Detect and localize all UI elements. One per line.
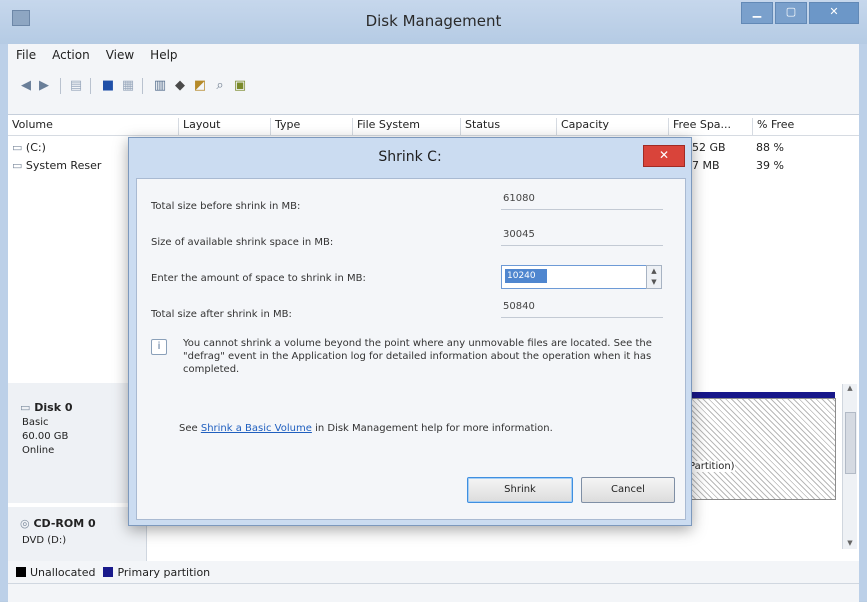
console-tree-icon[interactable]: ▤: [68, 78, 84, 94]
partition-label: Partition): [689, 461, 735, 472]
col-type[interactable]: Type: [270, 118, 351, 135]
col-layout[interactable]: Layout: [178, 118, 269, 135]
dialog-close-button[interactable]: ✕: [643, 145, 685, 167]
search-icon[interactable]: ⌕: [212, 78, 228, 94]
disk-type: Basic: [22, 417, 49, 428]
info-text: You cannot shrink a volume beyond the po…: [183, 338, 652, 375]
volume-name: System Reser: [25, 159, 102, 172]
total-size-before-value: 61080: [501, 193, 663, 210]
col-percent-free[interactable]: % Free: [752, 118, 847, 135]
maximize-button[interactable]: ▢: [775, 2, 807, 24]
view-icon[interactable]: ▦: [120, 78, 136, 94]
total-size-after-value: 50840: [501, 301, 663, 318]
col-status[interactable]: Status: [460, 118, 553, 135]
scroll-thumb[interactable]: [845, 412, 856, 474]
refresh-icon[interactable]: ▣: [232, 78, 248, 94]
disk-0-label[interactable]: ▭ Disk 0 Basic 60.00 GB Online: [8, 383, 147, 503]
disk-map-scrollbar[interactable]: ▲ ▼: [842, 384, 857, 549]
help-prefix: See: [179, 423, 198, 434]
open-folder-icon[interactable]: ◩: [192, 78, 208, 94]
list-item[interactable]: ▭ System Reser: [12, 159, 101, 172]
shrink-dialog: Shrink C: ✕ Total size before shrink in …: [128, 137, 692, 526]
partition-block[interactable]: Partition): [684, 398, 836, 500]
help-icon[interactable]: ■: [100, 78, 116, 94]
disk-name: Disk 0: [34, 401, 73, 414]
col-volume[interactable]: Volume: [8, 118, 172, 135]
spin-down-icon[interactable]: ▼: [647, 277, 661, 288]
menu-action[interactable]: Action: [44, 48, 98, 62]
dialog-title: Shrink C:: [378, 149, 442, 165]
shrink-help-link[interactable]: Shrink a Basic Volume: [201, 423, 312, 434]
menu-help[interactable]: Help: [142, 48, 185, 62]
available-shrink-label: Size of available shrink space in MB:: [151, 237, 334, 248]
menu-bar: File Action View Help: [8, 44, 859, 66]
shrink-amount-label: Enter the amount of space to shrink in M…: [151, 273, 366, 284]
unallocated-swatch: [16, 567, 26, 577]
info-message: i You cannot shrink a volume beyond the …: [151, 337, 661, 376]
close-window-button[interactable]: ✕: [809, 2, 859, 24]
percent-free-value: 39 %: [756, 159, 784, 172]
toolbar: ◀ ▶ ▤ ■ ▦ ▥ ◆ ◩ ⌕ ▣: [8, 66, 859, 115]
toolbar-separator: [142, 78, 143, 94]
percent-free-value: 88 %: [756, 141, 784, 154]
disk-status: Online: [22, 445, 55, 456]
legend: Unallocated Primary partition: [8, 561, 859, 583]
list-item[interactable]: ▭ (C:): [12, 141, 46, 154]
toolbar-separator: [60, 78, 61, 94]
window-title: Disk Management: [365, 12, 502, 30]
title-bar: Disk Management ▁ ▢ ✕: [0, 0, 867, 44]
menu-view[interactable]: View: [98, 48, 142, 62]
cancel-button[interactable]: Cancel: [581, 477, 675, 503]
shrink-button[interactable]: Shrink: [467, 477, 573, 503]
menu-file[interactable]: File: [8, 48, 44, 62]
help-suffix: in Disk Management help for more informa…: [315, 423, 553, 434]
total-size-before-label: Total size before shrink in MB:: [151, 201, 301, 212]
export-icon[interactable]: ◆: [172, 78, 188, 94]
info-icon: i: [151, 339, 167, 355]
primary-partition-swatch: [103, 567, 114, 577]
cdrom-icon: ◎: [20, 517, 30, 530]
scroll-up-icon[interactable]: ▲: [843, 384, 857, 392]
toolbar-separator: [90, 78, 91, 94]
free-space-value: 7 MB: [692, 159, 720, 172]
total-size-after-label: Total size after shrink in MB:: [151, 309, 292, 320]
status-bar: [8, 583, 859, 602]
shrink-amount-value: 10240: [505, 269, 547, 283]
disk-size: 60.00 GB: [22, 431, 69, 442]
cdrom-type: DVD (D:): [22, 535, 67, 546]
disk-icon: ▭: [20, 401, 31, 414]
shrink-amount-spinner[interactable]: ▲ ▼: [646, 265, 662, 289]
col-capacity[interactable]: Capacity: [556, 118, 669, 135]
drive-icon: ▭: [12, 141, 23, 154]
available-shrink-value: 30045: [501, 229, 663, 246]
free-space-value: 52 GB: [692, 141, 726, 154]
spin-up-icon[interactable]: ▲: [647, 266, 661, 277]
properties-icon[interactable]: ▥: [152, 78, 168, 94]
scroll-down-icon[interactable]: ▼: [843, 539, 857, 547]
forward-icon[interactable]: ▶: [36, 78, 52, 94]
volume-list-header: Volume Layout Type File System Status Ca…: [8, 115, 859, 136]
back-icon[interactable]: ◀: [18, 78, 34, 94]
cdrom-0-label[interactable]: ◎ CD-ROM 0 DVD (D:): [8, 507, 147, 567]
legend-primary-partition: Primary partition: [117, 565, 211, 579]
help-line: See Shrink a Basic Volume in Disk Manage…: [179, 423, 553, 434]
legend-unallocated: Unallocated: [30, 565, 96, 579]
minimize-button[interactable]: ▁: [741, 2, 773, 24]
drive-icon: ▭: [12, 159, 23, 172]
dialog-body: Total size before shrink in MB: 61080 Si…: [136, 178, 686, 520]
col-free-space[interactable]: Free Spa...: [668, 118, 753, 135]
volume-name: (C:): [25, 141, 46, 154]
cdrom-name: CD-ROM 0: [33, 517, 96, 530]
window-controls: ▁ ▢ ✕: [739, 2, 859, 24]
col-file-system[interactable]: File System: [352, 118, 461, 135]
shrink-amount-input[interactable]: 10240: [501, 265, 647, 289]
